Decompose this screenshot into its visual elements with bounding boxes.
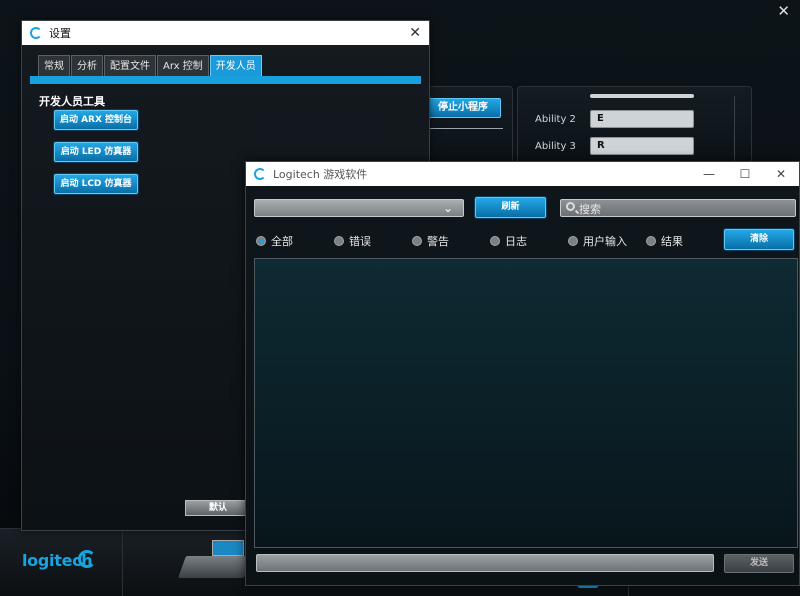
filter-label: 警告: [427, 235, 449, 248]
logitech-g-icon: [78, 550, 96, 568]
filter-result[interactable]: 结果: [646, 233, 724, 249]
radio-button[interactable]: [412, 236, 422, 246]
ability-row: Ability 3 R: [535, 137, 694, 155]
tab-developer[interactable]: 开发人员: [209, 55, 262, 76]
console-title-bar: Logitech 游戏软件 — ☐ ✕: [246, 162, 799, 186]
tab-analytics[interactable]: 分析: [71, 55, 103, 76]
settings-title-bar: 设置 ✕: [22, 21, 429, 45]
desktop: ✕ 停止小程序 Ability 2 E Ability 3 R logitech…: [0, 0, 800, 596]
log-output[interactable]: [254, 258, 798, 548]
window-title: 设置: [49, 27, 71, 40]
divider: [425, 128, 503, 129]
launch-led-emulator-button[interactable]: 启动 LED 仿真器: [54, 142, 138, 162]
filter-user-input[interactable]: 用户输入: [568, 233, 646, 249]
ability-input-partial[interactable]: [590, 94, 694, 98]
command-input[interactable]: [256, 554, 714, 572]
search-icon: [566, 202, 575, 211]
chevron-down-icon: ⌄: [442, 201, 453, 215]
ability-label: Ability 3: [535, 140, 576, 152]
source-dropdown[interactable]: ⌄: [254, 199, 464, 217]
logitech-g-icon: [30, 27, 42, 39]
section-title: 开发人员工具: [39, 95, 105, 108]
tab-underline: [30, 76, 421, 84]
radio-button[interactable]: [256, 236, 266, 246]
window-controls: — ☐ ✕: [691, 167, 799, 181]
close-icon[interactable]: ✕: [409, 25, 421, 41]
ability-input[interactable]: E: [590, 110, 694, 128]
window-title: Logitech 游戏软件: [273, 168, 368, 181]
filter-label: 日志: [505, 235, 527, 248]
divider: [122, 528, 123, 596]
filter-label: 结果: [661, 235, 683, 248]
tab-general[interactable]: 常规: [38, 55, 70, 76]
launch-arx-console-button[interactable]: 启动 ARX 控制台: [54, 110, 138, 130]
ability-row: Ability 2 E: [535, 110, 694, 128]
close-icon[interactable]: ✕: [763, 167, 799, 181]
filter-label: 全部: [271, 235, 293, 248]
tab-arx-control[interactable]: Arx 控制: [157, 55, 209, 76]
app-close-icon[interactable]: ✕: [777, 2, 790, 20]
logitech-g-icon: [254, 168, 266, 180]
stop-applet-button[interactable]: 停止小程序: [425, 98, 501, 118]
scrollbar-track[interactable]: [734, 96, 735, 166]
ability-label: Ability 2: [535, 113, 576, 125]
radio-button[interactable]: [646, 236, 656, 246]
launch-lcd-emulator-button[interactable]: 启动 LCD 仿真器: [54, 174, 138, 194]
filter-log[interactable]: 日志: [490, 233, 568, 249]
radio-button[interactable]: [334, 236, 344, 246]
settings-tabs: 常规 分析 配置文件 Arx 控制 开发人员: [38, 55, 263, 76]
tab-profiles[interactable]: 配置文件: [104, 55, 156, 76]
arx-screen-icon[interactable]: [212, 540, 244, 556]
search-input[interactable]: 搜索: [560, 199, 796, 217]
default-button[interactable]: 默认: [185, 500, 251, 516]
filter-warning[interactable]: 警告: [412, 233, 490, 249]
filter-all[interactable]: 全部: [256, 233, 334, 249]
ability-input[interactable]: R: [590, 137, 694, 155]
console-window: Logitech 游戏软件 — ☐ ✕ ⌄ 刷新 搜索 全部 错误 警告 日志 …: [245, 161, 800, 586]
maximize-icon[interactable]: ☐: [727, 167, 763, 181]
radio-button[interactable]: [490, 236, 500, 246]
filter-label: 错误: [349, 235, 371, 248]
send-button[interactable]: 发送: [724, 554, 794, 573]
filter-label: 用户输入: [583, 235, 627, 248]
refresh-button[interactable]: 刷新: [475, 197, 546, 218]
filter-error[interactable]: 错误: [334, 233, 412, 249]
search-placeholder: 搜索: [579, 203, 601, 216]
keyboard-icon[interactable]: [177, 556, 253, 578]
minimize-icon[interactable]: —: [691, 167, 727, 181]
clear-button[interactable]: 清除: [724, 229, 794, 250]
log-filters: 全部 错误 警告 日志 用户输入 结果: [256, 233, 724, 249]
radio-button[interactable]: [568, 236, 578, 246]
